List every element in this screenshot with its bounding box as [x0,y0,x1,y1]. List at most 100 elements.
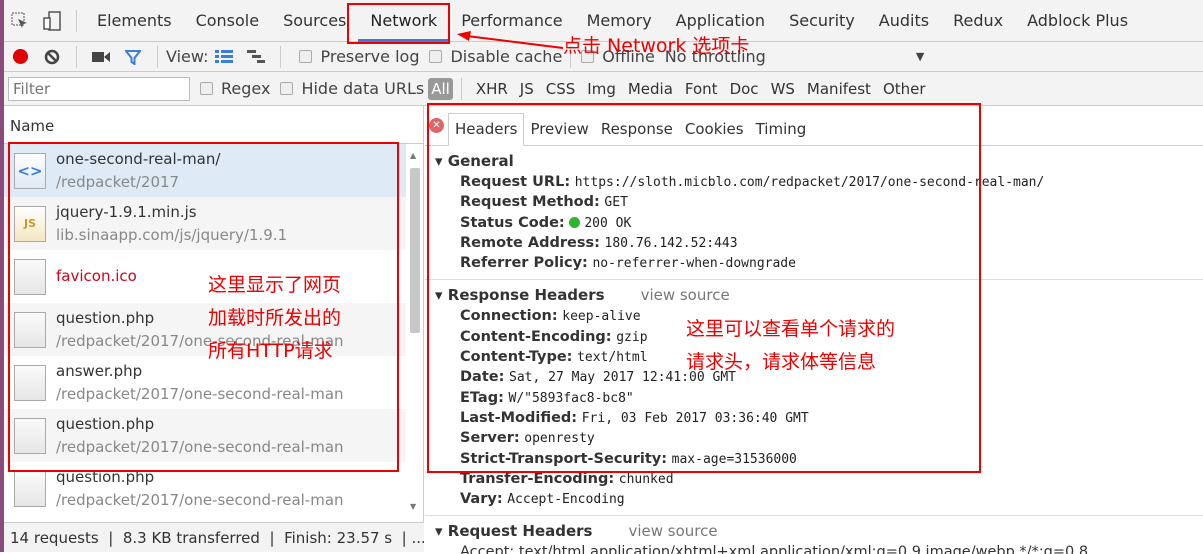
filter-type-css[interactable]: CSS [540,80,582,98]
tab-sources[interactable]: Sources [271,0,358,42]
filter-type-js[interactable]: JS [514,80,540,98]
inspect-element-icon[interactable] [7,8,33,34]
request-row[interactable]: answer.php/redpacket/2017/one-second-rea… [4,356,406,409]
request-row[interactable]: question.php/redpacket/2017/one-second-r… [4,303,406,356]
file-icon [14,311,46,348]
view-label: View: [166,47,209,66]
header-name: Server: [460,430,520,447]
filter-type-ws[interactable]: WS [765,80,801,98]
file-icon [14,417,46,454]
chevron-down-icon[interactable]: ▼ [916,50,924,63]
tab-audits[interactable]: Audits [867,0,941,42]
header-name: Remote Address: [460,234,600,251]
header-value: keep-alive [562,309,641,325]
header-value: chunked [618,471,674,487]
clear-icon[interactable] [39,44,65,70]
general-section-header[interactable]: ▾ General [425,150,1203,172]
divider [157,45,158,68]
file-icon [14,364,46,401]
scrollbar-thumb[interactable] [410,168,420,333]
request-row[interactable]: favicon.ico [4,250,406,303]
filter-type-img[interactable]: Img [581,80,622,98]
tab-adblock-plus[interactable]: Adblock Plus [1015,0,1140,42]
view-source-link[interactable]: view source [641,286,730,304]
tab-security[interactable]: Security [777,0,867,42]
header-value: 180.76.142.52:443 [604,235,738,251]
annotation-line: 所有HTTP请求 [208,340,333,362]
detail-tab-response[interactable]: Response [595,120,679,145]
tab-network[interactable]: Network [358,0,450,42]
divider [76,9,77,32]
annotation-headers: 这里可以查看单个请求的 请求头，请求体等信息 [686,313,895,379]
filter-type-font[interactable]: Font [679,80,724,98]
filter-bar: Regex Hide data URLs All XHRJSCSSImgMedia… [4,72,1203,106]
record-icon[interactable] [7,44,33,70]
header-row: Last-Modified: Fri, 03 Feb 2017 03:36:40… [425,408,1203,428]
request-path: /redpacket/2017/one-second-real-man [56,490,344,509]
detail-tab-headers[interactable]: Headers [448,113,525,146]
name-column-header[interactable]: Name [4,106,423,144]
header-name: Request Method: [460,194,600,211]
filter-type-xhr[interactable]: XHR [470,80,514,98]
large-rows-icon[interactable] [211,44,237,70]
request-row[interactable]: question.php/redpacket/2017/one-second-r… [4,409,406,462]
status-more: ... [411,529,424,547]
header-name: Last-Modified: [460,409,578,426]
tab-redux[interactable]: Redux [941,0,1015,42]
request-count: 14 requests [10,529,99,547]
filter-type-media[interactable]: Media [622,80,679,98]
divider [280,45,282,68]
annotation-arrow [457,31,564,49]
html-doc-icon: <> [14,152,46,189]
preserve-log-checkbox[interactable] [299,50,313,63]
detail-tab-timing[interactable]: Timing [750,120,813,145]
header-value: Accept-Encoding [507,492,625,508]
header-value: text/html [577,350,648,366]
annotation-line: 请求头，请求体等信息 [686,351,877,373]
response-headers-section-header[interactable]: ▾ Response Headers view source [425,284,1203,306]
request-headers-section-header[interactable]: ▾ Request Headers view source [425,520,1203,542]
request-row[interactable]: question.php/redpacket/2017/one-second-r… [4,462,406,515]
view-source-link[interactable]: view source [629,522,718,540]
header-name: Connection: [460,308,558,325]
request-name: one-second-real-man/ [56,149,221,168]
close-icon[interactable]: ✕ [429,118,444,133]
tab-elements[interactable]: Elements [85,0,184,42]
annotation-line: 加载时所发出的 [208,307,342,329]
transferred-size: 8.3 KB transferred [122,529,260,547]
preserve-log-label: Preserve log [320,47,420,66]
header-name: ETag: [460,389,504,406]
scroll-down-icon[interactable]: ▼ [410,502,416,511]
request-row[interactable]: JS jquery-1.9.1.min.js lib.sinaapp.com/js/… [4,197,406,250]
detail-tab-cookies[interactable]: Cookies [679,120,750,145]
header-name: Content-Encoding: [460,328,612,345]
request-header-partial: Accept: text/html,application/xhtml+xml,… [460,544,1089,554]
header-value: 200 OK [584,215,632,231]
section-title: Response Headers [447,286,605,305]
scroll-up-icon[interactable]: ▲ [410,151,416,160]
filter-type-all[interactable]: All [428,77,453,100]
request-path: /redpacket/2017/one-second-real-man [56,437,344,456]
filter-type-doc[interactable]: Doc [724,80,765,98]
disable-cache-checkbox[interactable] [429,50,443,63]
filter-icon[interactable] [120,44,146,70]
request-path: /redpacket/2017 [56,172,180,191]
detail-tab-preview[interactable]: Preview [524,120,594,145]
request-row[interactable]: <> one-second-real-man/ /redpacket/2017 [4,144,406,197]
capture-screenshots-icon[interactable] [88,44,114,70]
device-toolbar-icon[interactable] [39,8,65,34]
request-name: question.php [56,467,155,486]
file-icon [14,258,46,295]
header-value: Fri, 03 Feb 2017 03:36:40 GMT [581,410,809,426]
hide-data-urls-checkbox[interactable] [280,82,294,95]
overview-waterfall-icon[interactable] [243,44,269,70]
regex-checkbox[interactable] [200,82,213,95]
annotation-network-tab: 点击 Network 选项卡 [563,35,750,57]
filter-type-other[interactable]: Other [877,80,932,98]
regex-label: Regex [221,79,271,98]
filter-input[interactable] [8,76,190,101]
filter-type-manifest[interactable]: Manifest [801,80,877,98]
header-name: Date: [460,369,505,386]
header-row: ETag: W/"5893fac8-bc8" [425,388,1203,408]
tab-console[interactable]: Console [184,0,272,42]
